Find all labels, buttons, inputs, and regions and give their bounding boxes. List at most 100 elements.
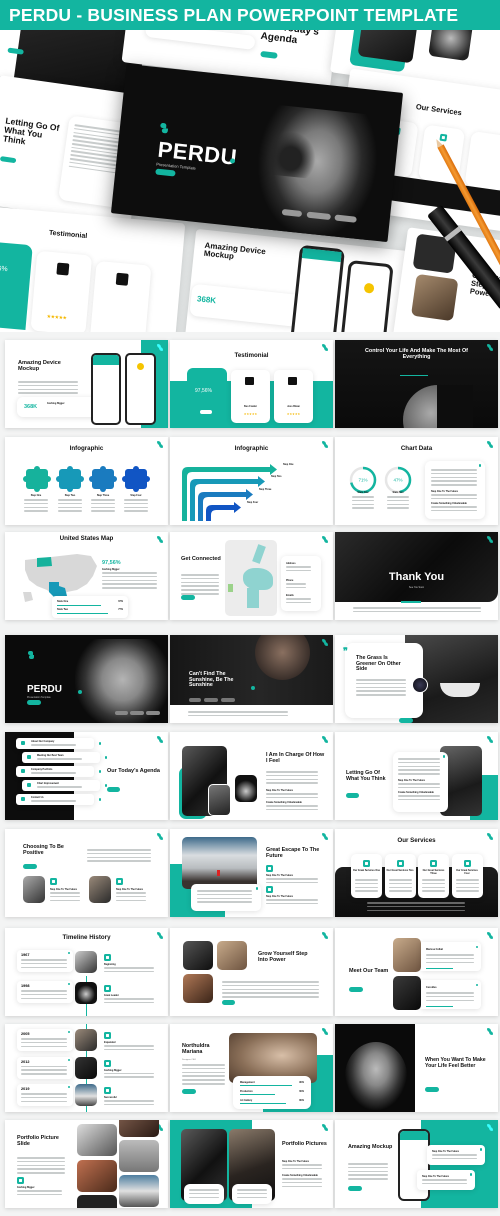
puzzle-piece: [89, 466, 117, 492]
slide-control-life[interactable]: Control Your Life And Make The Most Of E…: [335, 340, 498, 428]
slide-chart-data[interactable]: Chart Data 71% 47% Stats One Stats Two St…: [335, 437, 498, 525]
slide-subtitle: See You Soon: [408, 586, 425, 589]
read-more-button[interactable]: [425, 1087, 439, 1092]
card-heading: Create Something Unbelievable: [431, 502, 467, 505]
slide-title: PERDU: [27, 684, 63, 695]
star-rating: ★★★★★: [243, 412, 258, 416]
slide-services[interactable]: Our Services Our Great Services One Our G…: [335, 829, 498, 917]
read-more-button[interactable]: [23, 864, 37, 869]
portrait-photo: [183, 941, 213, 970]
contact-heading: Emails: [286, 594, 294, 597]
bar-label: Stats One: [57, 600, 69, 603]
slide-choosing[interactable]: Choosing To Be Positive Step One To The …: [5, 829, 168, 917]
heading: Create Something Unbelievable: [282, 1174, 318, 1177]
slide-letting-go[interactable]: Step One To The Future Create Something …: [335, 732, 498, 820]
service-card[interactable]: Our Great Services Four: [451, 854, 483, 898]
contact-button[interactable]: [181, 595, 195, 600]
heading: Create Something Unbelievable: [266, 801, 302, 804]
slide-title: Meet Our Team: [349, 968, 389, 974]
slide-device-mockup[interactable]: Amazing Device Mockup 368K Gorblog Bigge…: [5, 340, 168, 428]
agenda-item[interactable]: Company Portfolio: [16, 766, 101, 777]
step-icon: [104, 1087, 111, 1094]
avatar: [412, 677, 428, 693]
slide-title: Great Escape To The Future: [266, 847, 320, 859]
agenda-button[interactable]: [107, 787, 120, 792]
slide-get-connected[interactable]: Get Connected Address Phone Emails: [170, 532, 333, 620]
agenda-item[interactable]: Chart Improvement: [22, 780, 107, 791]
text-card: [191, 884, 261, 911]
step-label: Step Four: [247, 501, 259, 504]
slide-us-map[interactable]: United States Map 97,56% Gorblog Bigger …: [5, 532, 168, 620]
slide-subtitle: Designer CEO: [182, 1059, 197, 1061]
service-card[interactable]: Our Great Services Three: [418, 854, 449, 898]
step-label: Step Four: [130, 494, 142, 497]
slide-great-escape[interactable]: Great Escape To The Future Step One To T…: [170, 829, 333, 917]
milestone: Great Leader: [104, 994, 119, 997]
read-more-button[interactable]: [346, 793, 359, 798]
slide-title: Our Services: [397, 837, 436, 844]
slide-northuldra[interactable]: Northuldra Mariana Designer CEO Manageme…: [170, 1024, 333, 1112]
agenda-item[interactable]: About Our Company: [16, 738, 101, 749]
puzzle-piece: [56, 466, 84, 492]
slide-perdu-cover[interactable]: PERDU Presentation Template: [5, 635, 168, 723]
quote-icon: ❞: [343, 646, 348, 656]
logo-icon: [322, 833, 328, 840]
slide-in-charge[interactable]: I Am In Charge Of How I Feel Step One To…: [170, 732, 333, 820]
member-name: Marissa Colbal: [426, 948, 443, 951]
slide-make-life-better[interactable]: When You Want To Make Your Life Feel Bet…: [335, 1024, 498, 1112]
interior-photo: [208, 784, 231, 816]
step-icon: [104, 954, 111, 961]
hero-slide-testimonial: 56% Testimonial ★★★★★: [0, 206, 186, 332]
skill-bar: [240, 1085, 293, 1086]
logo-icon: [487, 932, 493, 939]
gallery-photo: [119, 1120, 159, 1137]
agenda-item[interactable]: Contact Us: [16, 794, 101, 805]
slide-grow[interactable]: Grow Yourself Step Into Power: [170, 928, 333, 1016]
slide-greener[interactable]: ❞ The Grass Is Greener On Other Side: [335, 635, 498, 723]
logo-icon: [487, 736, 493, 743]
agenda-item-icon: [21, 769, 25, 773]
heading: Create Something Unbelievable: [398, 791, 434, 794]
stat-value: 97,56%: [195, 388, 212, 394]
service-card[interactable]: Our Great Services Two: [384, 854, 416, 898]
heading: Step One To The Future: [398, 779, 425, 782]
gallery-photo: [77, 1124, 117, 1156]
contact-card: Address Phone Emails: [281, 556, 321, 611]
service-icon: [430, 860, 437, 867]
agenda-item-icon: [21, 797, 25, 801]
teal-block: [0, 241, 33, 330]
slide-infographic-arrows[interactable]: Infographic Step One Step Two Step Three…: [170, 437, 333, 525]
read-more-button[interactable]: [348, 1186, 362, 1191]
cover-button[interactable]: [27, 700, 41, 705]
heading: Step One To The Future: [266, 874, 293, 877]
service-card[interactable]: Our Great Services One: [351, 854, 382, 898]
slide-agenda[interactable]: About Our Company Meeting Our Best Team Co…: [5, 732, 168, 820]
slide-team[interactable]: Meet Our Team Marissa Colbal Cecoldes: [335, 928, 498, 1016]
donut-caption: Stats Two: [392, 491, 404, 494]
team-button[interactable]: [349, 987, 363, 992]
read-more-button[interactable]: [222, 1000, 235, 1005]
stat-value: 368K: [24, 404, 38, 410]
read-more-button[interactable]: [182, 1089, 196, 1094]
milestone: Successful: [104, 1096, 117, 1099]
logo-icon: [157, 344, 163, 351]
slide-portfolio[interactable]: Portfolio Picture Slide Gorblog Bigger: [5, 1120, 168, 1208]
slide-timeline-1[interactable]: Timeline History 1967 Beginning 1998 Gre…: [5, 928, 168, 1016]
step-label: Step One: [283, 463, 294, 466]
slide-testimonial[interactable]: Testimonial 97,56% Beo Fowler ★★★★★ Joss…: [170, 340, 333, 428]
heading: Step One To The Future: [422, 1175, 449, 1178]
slide-portfolio-pictures[interactable]: Portfolio Pictures Step One To The Futur…: [170, 1120, 333, 1208]
slide-infographic-puzzle[interactable]: Infographic Step One Step Two Step Three…: [5, 437, 168, 525]
slide-thank-you[interactable]: Thank You See You Soon: [335, 532, 498, 620]
logo-icon: [487, 344, 493, 351]
agenda-item-label: Chart Improvement: [37, 782, 59, 785]
stat-label: Gorblog Bigger: [102, 568, 120, 571]
portfolio-icon: [17, 1177, 24, 1184]
slide-sunshine[interactable]: Can't Find The Sunshine, Be The Sunshine: [170, 635, 333, 723]
slide-timeline-2[interactable]: 2005 Expanded 2012 Gorblog Bigger 2019 Succes…: [5, 1024, 168, 1112]
hero-collage: PERDU - BUSINESS PLAN POWERPOINT TEMPLAT…: [0, 0, 500, 332]
map-image: [225, 540, 277, 616]
agenda-item[interactable]: Meeting Our Best Team: [22, 752, 107, 763]
slide-amazing-mockup[interactable]: Amazing Mockup Step One To The Future St…: [335, 1120, 498, 1208]
banner-title: PERDU - BUSINESS PLAN POWERPOINT TEMPLAT…: [9, 4, 459, 25]
